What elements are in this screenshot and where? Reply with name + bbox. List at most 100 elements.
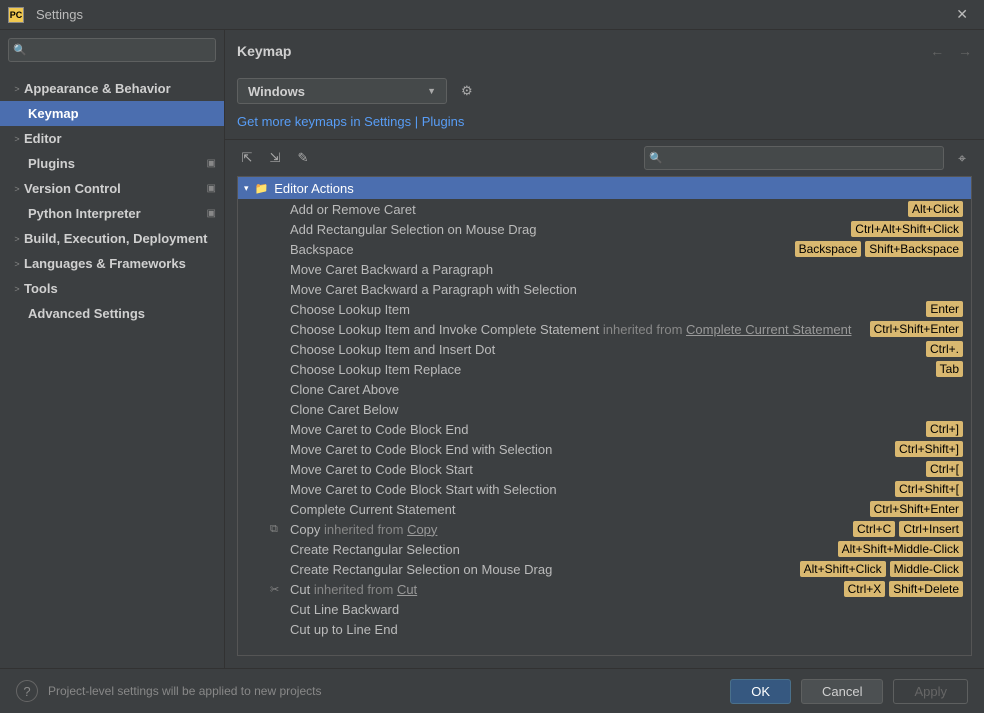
apply-button[interactable]: Apply [893,679,968,704]
keymap-dropdown[interactable]: Windows ▼ [237,78,447,104]
action-row[interactable]: ✂Cut inherited from CutCtrl+XShift+Delet… [238,579,971,599]
sidebar-item-plugins[interactable]: Plugins▣ [0,151,224,176]
sidebar-item-label: Languages & Frameworks [24,256,216,271]
sidebar-item-editor[interactable]: >Editor [0,126,224,151]
edit-icon[interactable]: ✎ [293,147,313,169]
action-row[interactable]: Cut Line Backward [238,599,971,619]
action-row[interactable]: Move Caret Backward a Paragraph [238,259,971,279]
shortcut-list: Ctrl+Shift+[ [895,481,963,497]
sidebar-item-appearance-behavior[interactable]: >Appearance & Behavior [0,76,224,101]
action-row[interactable]: Move Caret to Code Block Start with Sele… [238,479,971,499]
sidebar-item-tools[interactable]: >Tools [0,276,224,301]
action-label: Complete Current Statement [290,502,870,517]
action-label: Choose Lookup Item and Insert Dot [290,342,926,357]
chevron-down-icon: ▾ [244,183,249,194]
chevron-right-icon: > [10,134,24,144]
shortcut-list: Alt+Click [908,201,963,217]
action-label: Add Rectangular Selection on Mouse Drag [290,222,851,237]
shortcut-badge: Shift+Backspace [865,241,963,257]
nav-forward-icon[interactable]: → [958,43,972,59]
nav-back-icon[interactable]: ← [930,43,944,59]
shortcut-badge: Alt+Shift+Click [800,561,886,577]
cancel-button[interactable]: Cancel [801,679,883,704]
shortcut-badge: Alt+Shift+Middle-Click [838,541,963,557]
project-icon: ▣ [202,158,216,169]
action-row[interactable]: BackspaceBackspaceShift+Backspace [238,239,971,259]
action-search-input[interactable] [644,146,944,170]
shortcut-list: Alt+Shift+ClickMiddle-Click [800,561,963,577]
action-row[interactable]: Create Rectangular Selection on Mouse Dr… [238,559,971,579]
collapse-all-icon[interactable]: ⇲ [265,147,285,169]
keymap-selected-label: Windows [248,84,305,99]
help-icon[interactable]: ? [16,680,38,702]
shortcut-list: Ctrl+CCtrl+Insert [853,521,963,537]
project-icon: ▣ [202,183,216,194]
inherited-link[interactable]: Copy [407,522,437,537]
inherited-link[interactable]: Cut [397,582,417,597]
ok-button[interactable]: OK [730,679,791,704]
action-row[interactable]: Cut up to Line End [238,619,971,639]
sidebar-item-python-interpreter[interactable]: Python Interpreter▣ [0,201,224,226]
action-row[interactable]: Choose Lookup Item ReplaceTab [238,359,971,379]
action-row[interactable]: Create Rectangular SelectionAlt+Shift+Mi… [238,539,971,559]
action-row[interactable]: Clone Caret Below [238,399,971,419]
chevron-right-icon: > [10,84,24,94]
shortcut-list: Ctrl+Alt+Shift+Click [851,221,963,237]
action-row[interactable]: Add Rectangular Selection on Mouse DragC… [238,219,971,239]
shortcut-badge: Ctrl+Shift+Enter [870,501,963,517]
action-row[interactable]: Move Caret to Code Block StartCtrl+[ [238,459,971,479]
action-label: Move Caret Backward a Paragraph with Sel… [290,282,963,297]
sidebar-item-keymap[interactable]: Keymap [0,101,224,126]
sidebar-item-label: Version Control [24,181,202,196]
action-row[interactable]: Move Caret Backward a Paragraph with Sel… [238,279,971,299]
gear-icon[interactable]: ⚙ [457,79,477,103]
sidebar-item-label: Tools [24,281,216,296]
action-row[interactable]: ⧉Copy inherited from CopyCtrl+CCtrl+Inse… [238,519,971,539]
action-row[interactable]: Choose Lookup Item and Insert DotCtrl+. [238,339,971,359]
inherited-link[interactable]: Complete Current Statement [686,322,851,337]
action-row[interactable]: Choose Lookup ItemEnter [238,299,971,319]
sidebar-item-advanced-settings[interactable]: Advanced Settings [0,301,224,326]
shortcut-badge: Ctrl+Shift+] [895,441,963,457]
settings-sidebar: 🔍 >Appearance & BehaviorKeymap>EditorPlu… [0,30,225,668]
shortcut-list: Tab [936,361,963,377]
expand-all-icon[interactable]: ⇱ [237,147,257,169]
shortcut-list: BackspaceShift+Backspace [795,241,963,257]
action-row[interactable]: Move Caret to Code Block EndCtrl+] [238,419,971,439]
window-title: Settings [36,7,948,22]
find-by-shortcut-icon[interactable]: ⌖ [952,147,972,170]
action-row[interactable]: Move Caret to Code Block End with Select… [238,439,971,459]
action-label: Cut up to Line End [290,622,963,637]
keymap-toolbar: ⇱ ⇲ ✎ 🔍 ⌖ [225,139,984,176]
sidebar-item-label: Plugins [28,156,202,171]
sidebar-item-build-execution-deployment[interactable]: >Build, Execution, Deployment [0,226,224,251]
chevron-right-icon: > [10,259,24,269]
shortcut-list: Ctrl+Shift+] [895,441,963,457]
action-label: Backspace [290,242,795,257]
sidebar-item-languages-frameworks[interactable]: >Languages & Frameworks [0,251,224,276]
action-label: Move Caret to Code Block End with Select… [290,442,895,457]
action-row[interactable]: Add or Remove CaretAlt+Click [238,199,971,219]
action-label: Create Rectangular Selection [290,542,838,557]
sidebar-item-label: Keymap [28,106,216,121]
shortcut-badge: Enter [926,301,963,317]
action-tree[interactable]: ▾ 📁 Editor Actions Add or Remove CaretAl… [237,176,972,656]
shortcut-badge: Tab [936,361,963,377]
titlebar: PC Settings ✕ [0,0,984,30]
search-icon: 🔍 [649,152,663,165]
action-row[interactable]: Clone Caret Above [238,379,971,399]
action-label: Cut inherited from Cut [290,582,844,597]
close-icon[interactable]: ✕ [948,2,976,27]
action-row[interactable]: Complete Current StatementCtrl+Shift+Ent… [238,499,971,519]
shortcut-list: Ctrl+] [926,421,963,437]
get-more-keymaps-link[interactable]: Get more keymaps in Settings | Plugins [237,114,464,129]
action-label: Copy inherited from Copy [290,522,853,537]
shortcut-badge: Ctrl+[ [926,461,963,477]
tree-group-header[interactable]: ▾ 📁 Editor Actions [238,177,971,199]
sidebar-search-input[interactable] [8,38,216,62]
action-label: Choose Lookup Item [290,302,926,317]
shortcut-badge: Ctrl+. [926,341,963,357]
action-label: Move Caret Backward a Paragraph [290,262,963,277]
sidebar-item-version-control[interactable]: >Version Control▣ [0,176,224,201]
action-row[interactable]: Choose Lookup Item and Invoke Complete S… [238,319,971,339]
